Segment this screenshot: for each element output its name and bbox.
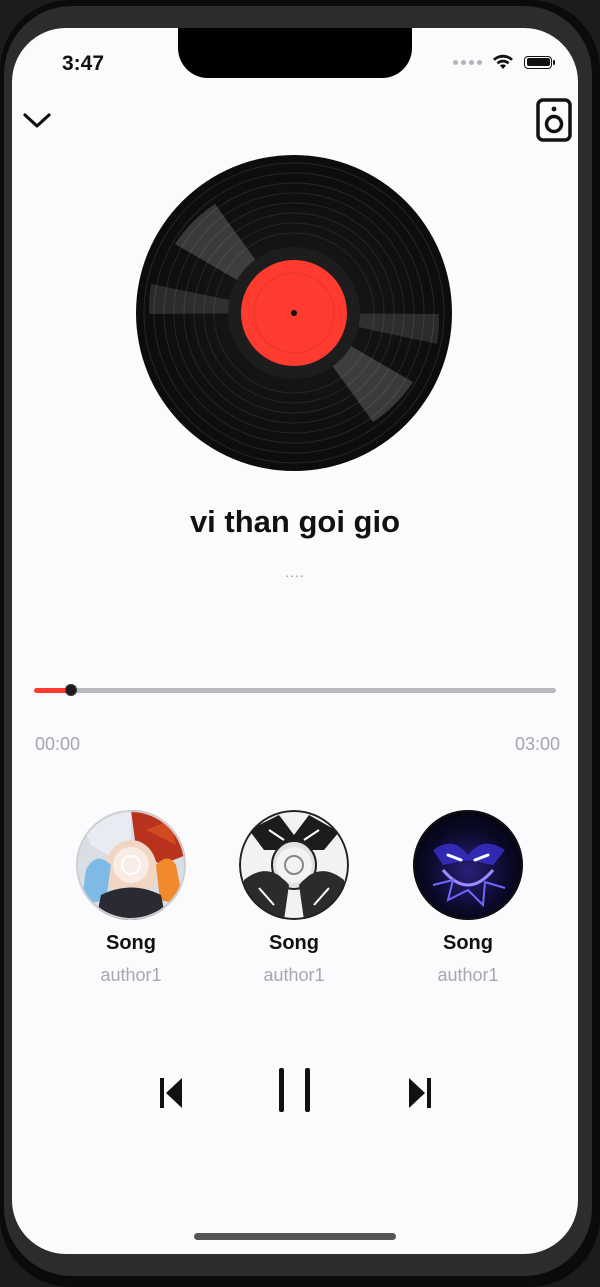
suggestion-list: Song author1 Song author1 Song author1 (12, 810, 578, 990)
phone-frame: 3:47 vi than goi gio .... 00:00 03:00 So… (0, 0, 600, 1287)
dark-blue-glowing-figure-icon (413, 810, 523, 920)
notch (178, 28, 412, 78)
status-time: 3:47 (62, 52, 105, 75)
elapsed-time: 00:00 (35, 734, 81, 754)
suggestion-author: author1 (100, 965, 162, 985)
skip-next-icon[interactable] (407, 1076, 433, 1110)
suggestion-artwork (76, 810, 186, 920)
suggestion-title: Song (106, 932, 156, 954)
suggestion-artwork (413, 810, 523, 920)
progress-slider[interactable] (34, 684, 556, 696)
vinyl-record-artwork (136, 155, 452, 471)
progress-track (34, 688, 556, 693)
suggestion-author: author1 (263, 965, 325, 985)
chevron-down-icon[interactable] (22, 110, 52, 130)
wifi-icon (493, 54, 513, 69)
anime-character-monochrome-icon (239, 810, 349, 920)
track-title: vi than goi gio (189, 504, 401, 539)
status-indicators (453, 54, 555, 70)
skip-previous-icon[interactable] (158, 1076, 184, 1110)
suggestion-card[interactable]: Song author1 (56, 810, 206, 986)
suggestion-title: Song (443, 932, 493, 954)
progress-thumb[interactable] (64, 684, 77, 696)
suggestion-author: author1 (437, 965, 499, 985)
player-screen: 3:47 vi than goi gio .... 00:00 03:00 So… (12, 28, 578, 1254)
total-duration: 03:00 (514, 734, 560, 754)
cellular-signal-icon (453, 59, 482, 65)
suggestion-card[interactable]: Song author1 (393, 810, 543, 986)
speaker-icon[interactable] (536, 98, 572, 142)
track-subtitle: .... (285, 564, 305, 580)
home-indicator[interactable] (194, 1233, 396, 1240)
playback-controls (12, 1066, 578, 1126)
suggestion-card[interactable]: Song author1 (219, 810, 369, 986)
suggestion-title: Song (269, 932, 319, 954)
battery-icon (524, 55, 555, 69)
anime-character-red-white-hair-icon (76, 810, 186, 920)
suggestion-artwork (239, 810, 349, 920)
pause-icon[interactable] (277, 1066, 313, 1114)
